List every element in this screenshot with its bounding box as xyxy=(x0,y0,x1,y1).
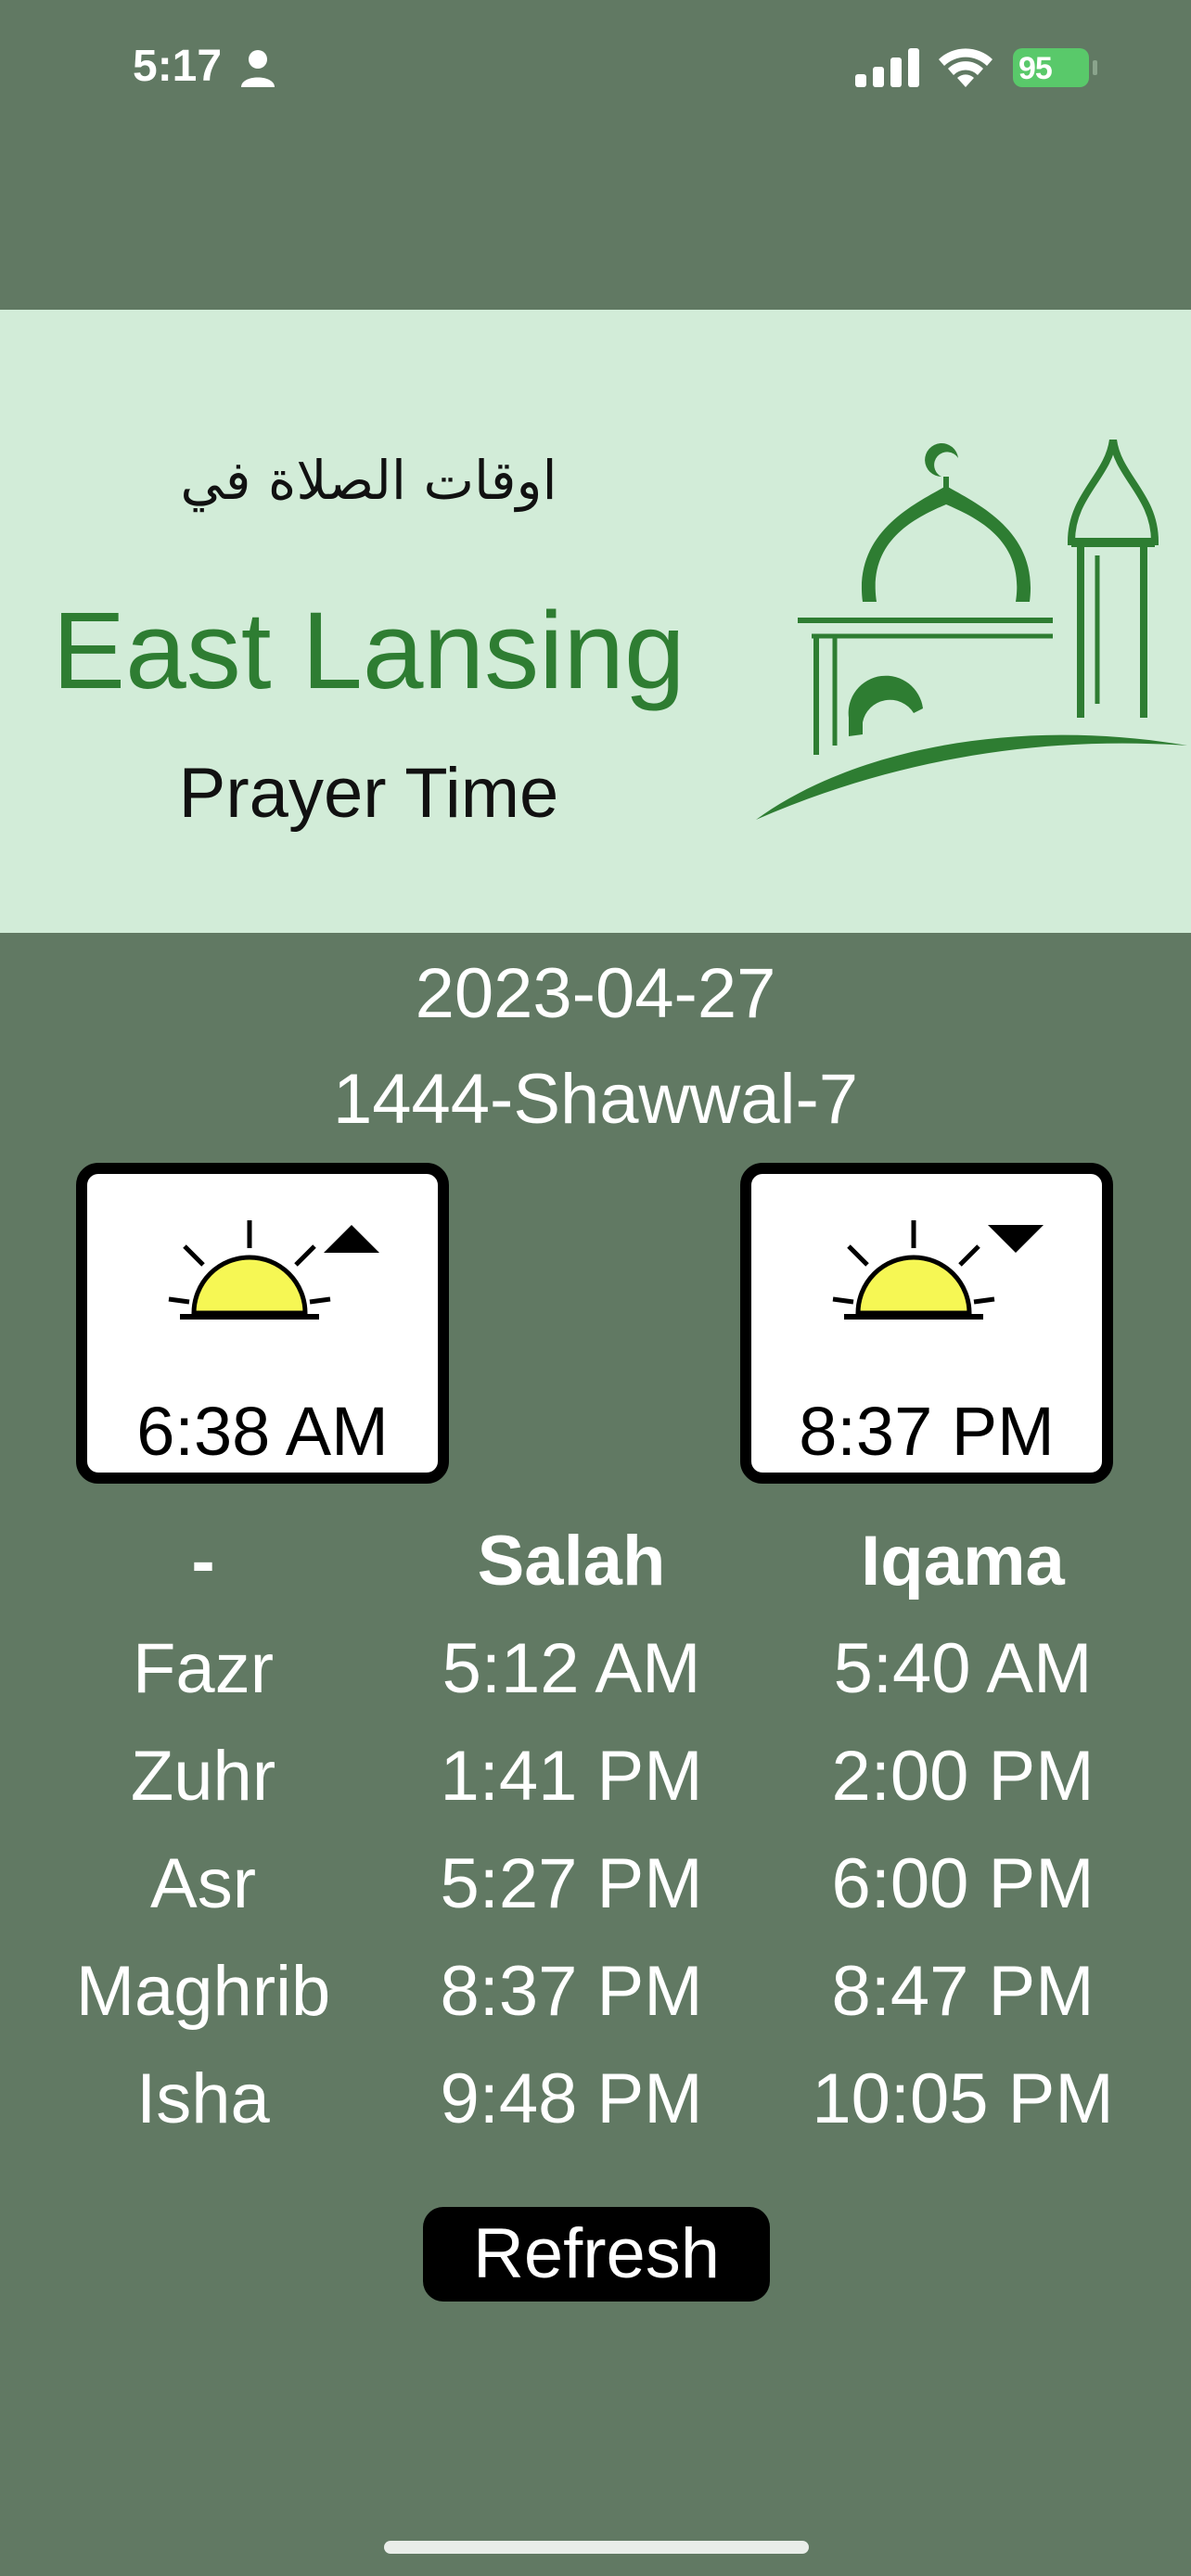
iqama-time: 10:05 PM xyxy=(812,2060,1114,2138)
salah-time: 9:48 PM xyxy=(440,2060,703,2138)
table-row: Maghrib 8:37 PM 8:47 PM xyxy=(0,1951,1191,2053)
person-icon xyxy=(241,50,275,87)
battery-level: 95 xyxy=(1018,51,1053,86)
prayer-name: Zuhr xyxy=(130,1737,276,1816)
table-row: Asr 5:27 PM 6:00 PM xyxy=(0,1843,1191,1945)
iqama-time: 5:40 AM xyxy=(833,1629,1093,1708)
prayer-name: Isha xyxy=(136,2060,270,2138)
sunset-card: 8:37 PM xyxy=(740,1163,1113,1484)
sunrise-time: 6:38 AM xyxy=(136,1393,389,1470)
salah-time: 8:37 PM xyxy=(440,1952,703,2031)
sunrise-icon xyxy=(168,1220,379,1320)
mosque-icon xyxy=(756,440,1187,820)
subtitle: Prayer Time xyxy=(178,754,559,833)
header-name: - xyxy=(191,1522,215,1600)
iqama-time: 2:00 PM xyxy=(831,1737,1095,1816)
arrow-up-icon xyxy=(324,1225,379,1253)
battery-indicator: 95 xyxy=(1013,48,1097,89)
hijri-date: 1444-Shawwal-7 xyxy=(332,1060,859,1139)
status-time: 5:17 xyxy=(133,42,223,91)
iqama-time: 6:00 PM xyxy=(831,1844,1095,1923)
iqama-time: 8:47 PM xyxy=(831,1952,1095,2031)
prayer-name: Asr xyxy=(150,1844,256,1923)
battery-cap xyxy=(1093,60,1097,75)
sunrise-card: 6:38 AM xyxy=(76,1163,449,1484)
refresh-button[interactable]: Refresh xyxy=(423,2207,770,2302)
sunset-icon xyxy=(832,1220,1044,1320)
salah-time: 5:12 AM xyxy=(442,1629,701,1708)
status-bar: 5:17 95 xyxy=(0,0,1191,139)
salah-time: 5:27 PM xyxy=(440,1844,703,1923)
header-banner: اوقات الصلاة في East Lansing Prayer Time xyxy=(0,310,1191,933)
header-iqama: Iqama xyxy=(861,1522,1065,1600)
wifi-icon xyxy=(939,48,992,87)
city-title: East Lansing xyxy=(52,590,685,712)
home-indicator[interactable] xyxy=(384,2541,809,2554)
table-row: Isha 9:48 PM 10:05 PM xyxy=(0,2059,1191,2161)
prayer-name: Fazr xyxy=(133,1629,274,1708)
table-row: Fazr 5:12 AM 5:40 AM xyxy=(0,1628,1191,1730)
table-header: - Salah Iqama xyxy=(0,1521,1191,1623)
signal-icon xyxy=(855,48,919,87)
salah-time: 1:41 PM xyxy=(440,1737,703,1816)
sunset-time: 8:37 PM xyxy=(799,1393,1055,1470)
header-salah: Salah xyxy=(477,1522,666,1600)
prayer-name: Maghrib xyxy=(75,1952,331,2031)
arabic-title: اوقات الصلاة في xyxy=(180,449,557,512)
arrow-down-icon xyxy=(988,1225,1044,1253)
table-row: Zuhr 1:41 PM 2:00 PM xyxy=(0,1736,1191,1838)
gregorian-date: 2023-04-27 xyxy=(415,954,776,1033)
